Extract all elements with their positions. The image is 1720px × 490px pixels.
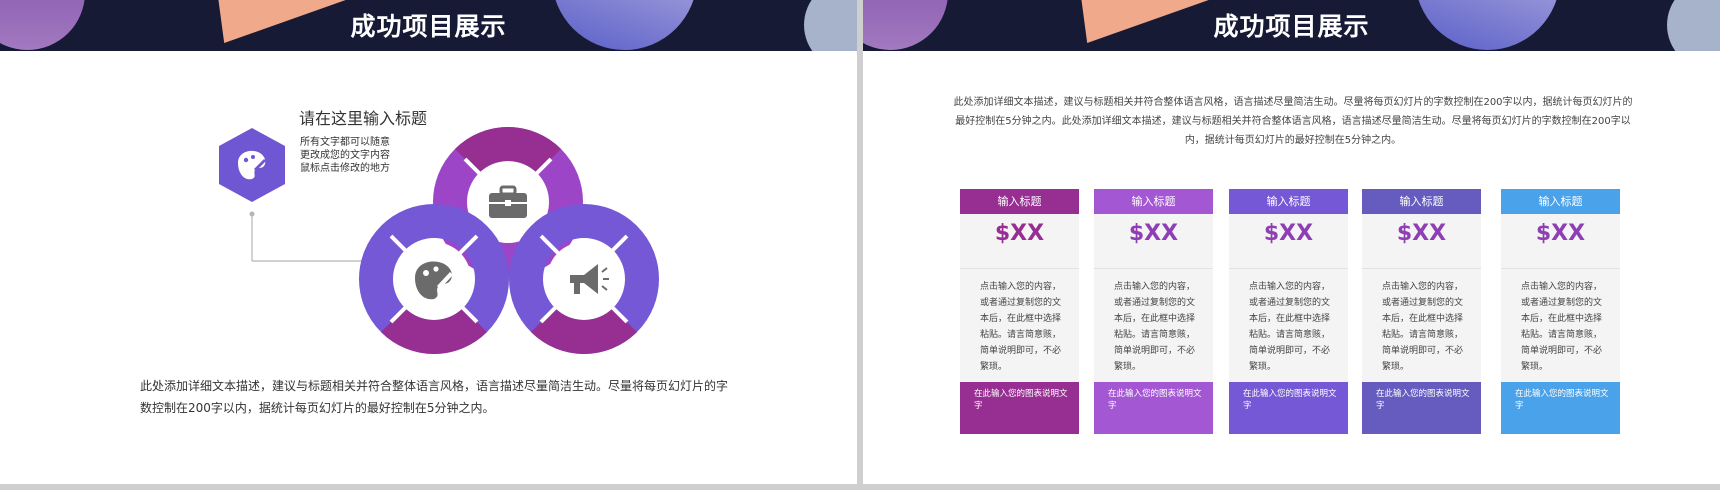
- card-body: 点击输入您的内容，或者通过复制您的文本后，在此框中选择粘贴。请言简意赅，简单说明…: [1382, 282, 1464, 372]
- venn-ring-diagram: [210, 120, 670, 364]
- card-title: 输入标题: [1501, 189, 1620, 214]
- ring-left[interactable]: [359, 204, 509, 354]
- slide-right[interactable]: 成功项目展示 此处添加详细文本描述，建议与标题相关并符合整体语言风格，语言描述尽…: [863, 0, 1720, 484]
- card-price: $XX: [994, 221, 1045, 246]
- hexagon-badge[interactable]: [219, 128, 285, 202]
- card-footer: 在此输入您的图表说明文字: [960, 382, 1079, 434]
- card-title: 输入标题: [1362, 189, 1481, 214]
- card-body: 点击输入您的内容，或者通过复制您的文本后，在此框中选择粘贴。请言简意赅，简单说明…: [1114, 282, 1196, 372]
- card-price: $XX: [1535, 221, 1586, 246]
- card-title: 输入标题: [1094, 189, 1213, 214]
- body-paragraph[interactable]: 此处添加详细文本描述，建议与标题相关并符合整体语言风格，语言描述尽量简洁生动。尽…: [140, 375, 730, 419]
- slide-title[interactable]: 成功项目展示: [863, 0, 1720, 51]
- intro-paragraph[interactable]: 此处添加详细文本描述，建议与标题相关并符合整体语言风格，语言描述尽量简洁生动。尽…: [953, 93, 1633, 150]
- card-price: $XX: [1396, 221, 1447, 246]
- pricing-card-2[interactable]: 输入标题 $XX 点击输入您的内容，或者通过复制您的文本后，在此框中选择粘贴。请…: [1094, 189, 1213, 434]
- card-footer: 在此输入您的图表说明文字: [1229, 382, 1348, 434]
- card-footer: 在此输入您的图表说明文字: [1501, 382, 1620, 434]
- pricing-card-3[interactable]: 输入标题 $XX 点击输入您的内容，或者通过复制您的文本后，在此框中选择粘贴。请…: [1229, 189, 1348, 434]
- card-price: $XX: [1128, 221, 1179, 246]
- section-description[interactable]: 所有文字都可以随意更改成您的文字内容 鼠标点击修改的地方: [300, 136, 390, 175]
- section-heading[interactable]: 请在这里输入标题: [299, 105, 427, 129]
- card-body: 点击输入您的内容，或者通过复制您的文本后，在此框中选择粘贴。请言简意赅，简单说明…: [1521, 282, 1603, 372]
- pricing-card-4[interactable]: 输入标题 $XX 点击输入您的内容，或者通过复制您的文本后，在此框中选择粘贴。请…: [1362, 189, 1481, 434]
- pricing-card-1[interactable]: 输入标题 $XX 点击输入您的内容，或者通过复制您的文本后，在此框中选择粘贴。请…: [960, 189, 1079, 434]
- card-footer: 在此输入您的图表说明文字: [1094, 382, 1213, 434]
- slide-left[interactable]: 成功项目展示 请在这里输入标题 所有文字都可以随意更改成您的文字内容 鼠标点击修…: [0, 0, 857, 484]
- card-body: 点击输入您的内容，或者通过复制您的文本后，在此框中选择粘贴。请言简意赅，简单说明…: [1249, 282, 1331, 372]
- pricing-card-5[interactable]: 输入标题 $XX 点击输入您的内容，或者通过复制您的文本后，在此框中选择粘贴。请…: [1501, 189, 1620, 434]
- card-title: 输入标题: [960, 189, 1079, 214]
- card-title: 输入标题: [1229, 189, 1348, 214]
- card-body: 点击输入您的内容，或者通过复制您的文本后，在此框中选择粘贴。请言简意赅，简单说明…: [980, 282, 1062, 372]
- card-price: $XX: [1263, 221, 1314, 246]
- slide-header: 成功项目展示: [0, 0, 857, 51]
- ring-right[interactable]: [509, 204, 659, 354]
- card-footer: 在此输入您的图表说明文字: [1362, 382, 1481, 434]
- slide-title[interactable]: 成功项目展示: [0, 0, 857, 51]
- slide-header: 成功项目展示: [863, 0, 1720, 51]
